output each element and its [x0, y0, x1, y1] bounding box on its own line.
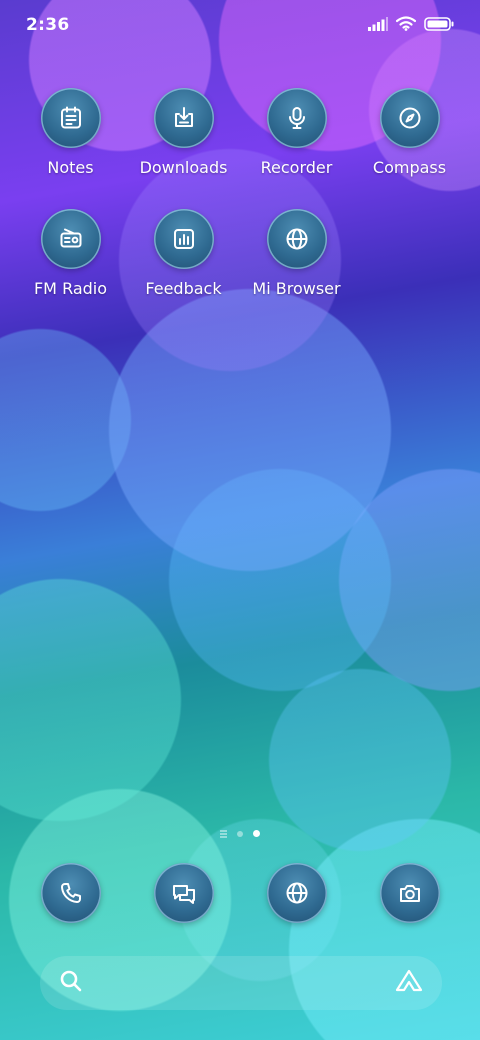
search-bar[interactable] — [40, 956, 442, 1010]
app-label: Feedback — [145, 279, 222, 298]
battery-icon — [424, 16, 454, 35]
page-indicator[interactable] — [0, 830, 480, 838]
phone-icon[interactable] — [40, 863, 101, 923]
app-notes[interactable]: Notes — [14, 88, 127, 177]
messages-icon[interactable] — [153, 863, 214, 923]
globe-icon[interactable] — [266, 209, 327, 269]
signal-icon — [368, 16, 388, 35]
assistant-icon[interactable] — [394, 968, 424, 998]
page-dot[interactable] — [237, 830, 243, 837]
app-downloads[interactable]: Downloads — [127, 88, 240, 177]
app-feedback[interactable]: Feedback — [127, 209, 240, 298]
page-dot-active[interactable] — [253, 830, 260, 838]
app-mi-browser[interactable]: Mi Browser — [240, 209, 353, 298]
radio-icon[interactable] — [40, 209, 101, 269]
app-label: FM Radio — [33, 279, 108, 298]
app-compass[interactable]: Compass — [353, 88, 466, 177]
app-label: Compass — [372, 158, 447, 177]
app-label: Recorder — [260, 158, 333, 177]
app-list-icon[interactable] — [220, 830, 227, 838]
notes-icon[interactable] — [40, 88, 101, 148]
app-grid: Notes Downloads Recorder Compass FM Radi… — [14, 88, 466, 298]
wifi-icon — [395, 15, 417, 35]
microphone-icon[interactable] — [266, 88, 327, 148]
status-bar: 2:36 — [0, 0, 480, 50]
compass-icon[interactable] — [379, 88, 440, 148]
search-icon[interactable] — [58, 968, 84, 998]
app-label: Downloads — [139, 158, 228, 177]
globe-icon[interactable] — [266, 863, 327, 923]
app-fm-radio[interactable]: FM Radio — [14, 209, 127, 298]
dock — [14, 863, 466, 923]
app-label: Mi Browser — [252, 279, 341, 298]
app-label: Notes — [47, 158, 94, 177]
status-icons — [368, 15, 454, 35]
app-recorder[interactable]: Recorder — [240, 88, 353, 177]
download-icon[interactable] — [153, 88, 214, 148]
clock-time: 2:36 — [26, 15, 70, 35]
feedback-chart-icon[interactable] — [153, 209, 214, 269]
camera-icon[interactable] — [379, 863, 440, 923]
